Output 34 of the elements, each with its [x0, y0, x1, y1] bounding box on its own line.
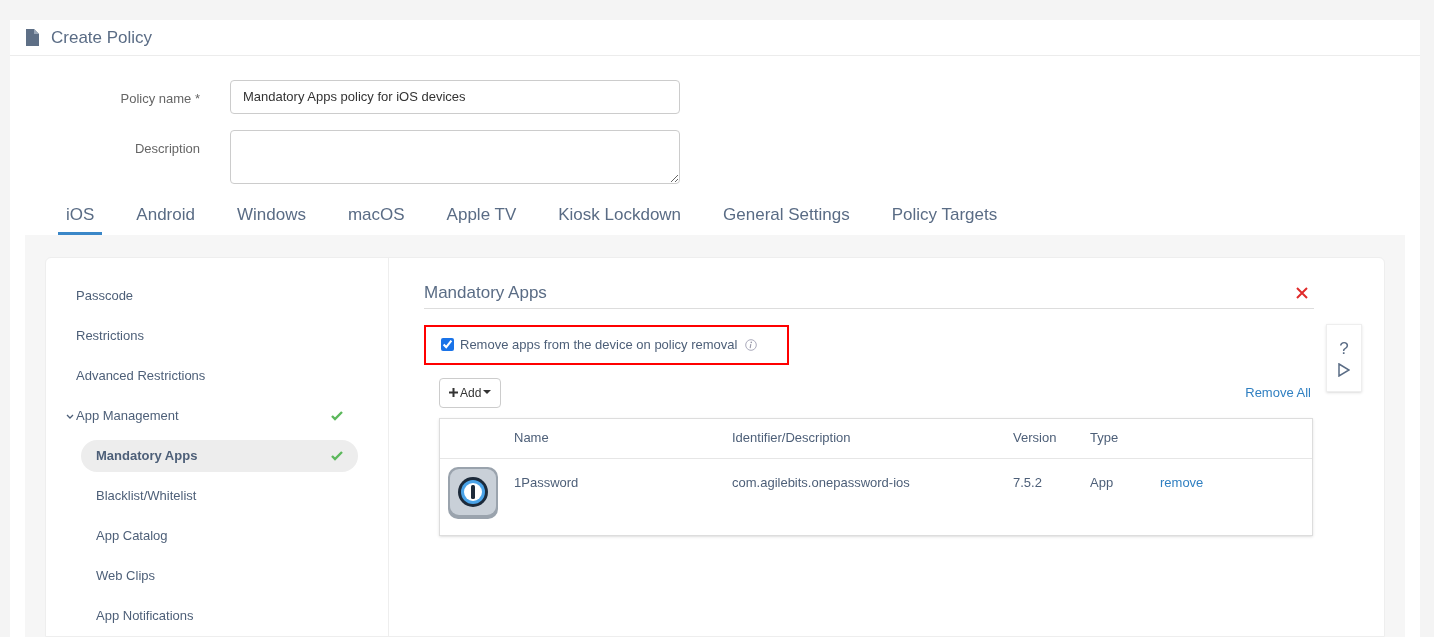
field-label: Description — [133, 139, 201, 158]
panel-title: Mandatory Apps — [424, 282, 547, 304]
table-cell-text: 1Password — [514, 473, 579, 492]
chevron-icon[interactable] — [66, 414, 74, 420]
caret-icon — [483, 390, 492, 395]
table-cell-text: 7.5.2 — [1013, 473, 1043, 492]
platform-tab[interactable]: macOS — [339, 201, 413, 235]
field-label: Policy name * — [119, 89, 201, 108]
plus-icon — [449, 388, 458, 397]
column-header: Version — [1013, 429, 1058, 448]
column-header: Name — [513, 429, 550, 448]
policy-name-field[interactable]: Mandatory Apps policy for iOS devices — [230, 79, 680, 114]
play-icon[interactable] — [1338, 362, 1350, 377]
table-cell-text: App — [1090, 473, 1115, 492]
remove-link[interactable]: remove — [1160, 466, 1204, 492]
document-icon — [26, 28, 39, 46]
column-header: Identifier/Description — [732, 429, 852, 448]
page-title: Create Policy — [51, 26, 153, 49]
platform-tab[interactable]: Policy Targets — [883, 201, 1006, 235]
platform-tab[interactable]: Apple TV — [438, 201, 525, 235]
checkbox-label: Remove apps from the device on policy removal — [460, 335, 738, 354]
checkbox[interactable] — [441, 338, 454, 351]
description-field[interactable] — [230, 129, 680, 184]
remove-all-link[interactable]: Remove All — [1245, 382, 1311, 403]
platform-tab[interactable]: General Settings — [715, 201, 858, 235]
app-icon — [448, 466, 498, 519]
platform-tab[interactable]: Kiosk Lockdown — [550, 201, 690, 235]
help-button[interactable]: ? — [1339, 339, 1349, 357]
platform-tab[interactable]: Windows — [228, 201, 314, 235]
sidebar-item[interactable]: Mandatory Apps — [81, 440, 358, 472]
table-cell-text: com.agilebits.onepassword-ios — [732, 473, 911, 492]
platform-tab[interactable]: Android — [128, 201, 203, 235]
add-button[interactable]: Add — [439, 377, 502, 408]
column-header: Type — [1090, 429, 1120, 448]
